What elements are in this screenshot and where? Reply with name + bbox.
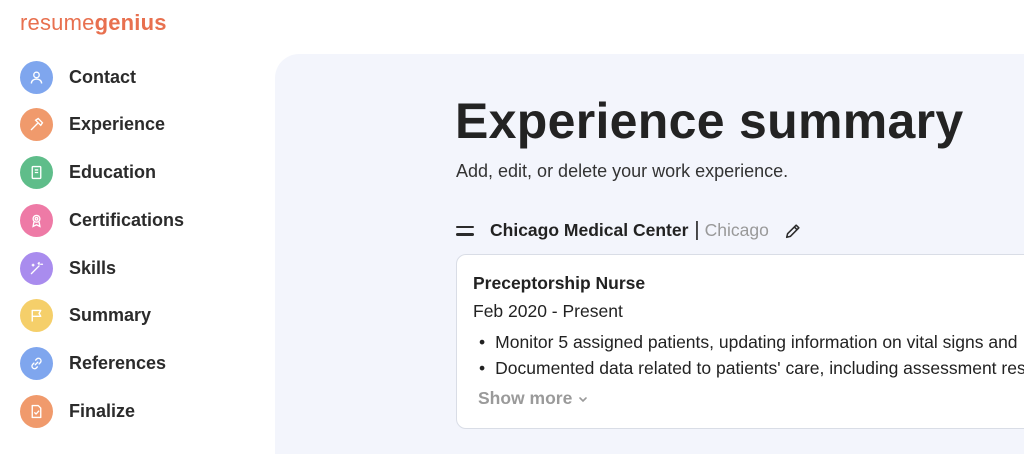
sidebar-item-label: Education: [69, 162, 157, 183]
chevron-down-icon: [579, 396, 588, 402]
logo-text-genius: genius: [94, 10, 167, 35]
experience-card[interactable]: Preceptorship Nurse Feb 2020 - Present M…: [456, 254, 1024, 429]
sidebar-item-label: Skills: [69, 257, 117, 278]
magic-wand-icon: [20, 251, 53, 285]
page-title: Experience summary: [455, 93, 964, 149]
page-subtitle: Add, edit, or delete your work experienc…: [456, 161, 789, 181]
sidebar-item-contact[interactable]: Contact: [20, 60, 260, 94]
sidebar-item-label: Summary: [69, 305, 152, 326]
sidebar-item-experience[interactable]: Experience: [20, 108, 260, 142]
link-icon: [20, 347, 53, 381]
separator: |: [694, 219, 700, 241]
sidebar-item-finalize[interactable]: Finalize: [20, 395, 260, 429]
pencil-icon[interactable]: [784, 222, 802, 240]
sidebar-item-references[interactable]: References: [20, 347, 260, 381]
job-dates: Feb 2020 - Present: [473, 301, 623, 321]
list-item: Monitor 5 assigned patients, updating in…: [473, 329, 1024, 355]
drag-handle-icon[interactable]: [456, 225, 474, 236]
brand-logo[interactable]: resumegenius: [20, 10, 167, 36]
flag-icon: [20, 299, 53, 333]
show-more-button[interactable]: Show more: [478, 388, 589, 409]
employer-city: Chicago: [704, 220, 769, 240]
sidebar-nav: Contact Experience Education Certificati…: [20, 60, 260, 442]
sidebar-item-label: Contact: [69, 66, 136, 87]
document-check-icon: [20, 395, 53, 429]
person-icon: [20, 60, 53, 94]
logo-text-resume: resume: [20, 10, 95, 35]
job-bullets: Monitor 5 assigned patients, updating in…: [473, 329, 1024, 381]
show-more-label: Show more: [478, 388, 573, 408]
sidebar-item-label: References: [69, 353, 167, 374]
sidebar-item-certifications[interactable]: Certifications: [20, 203, 260, 237]
sidebar-item-label: Finalize: [69, 401, 136, 422]
award-icon: [20, 203, 53, 237]
sidebar-item-skills[interactable]: Skills: [20, 251, 260, 285]
sidebar-item-label: Experience: [69, 114, 166, 135]
sidebar-item-label: Certifications: [69, 209, 185, 230]
employer-name: Chicago Medical Center: [490, 220, 689, 240]
main-panel: Experience summary Add, edit, or delete …: [275, 54, 1024, 454]
sidebar-item-education[interactable]: Education: [20, 156, 260, 190]
book-icon: [20, 156, 53, 190]
employer-header: Chicago Medical Center | Chicago: [456, 219, 802, 242]
list-item: Documented data related to patients' car…: [473, 355, 1024, 381]
job-title: Preceptorship Nurse: [473, 273, 646, 293]
sidebar-item-summary[interactable]: Summary: [20, 299, 260, 333]
hammer-icon: [20, 108, 53, 142]
